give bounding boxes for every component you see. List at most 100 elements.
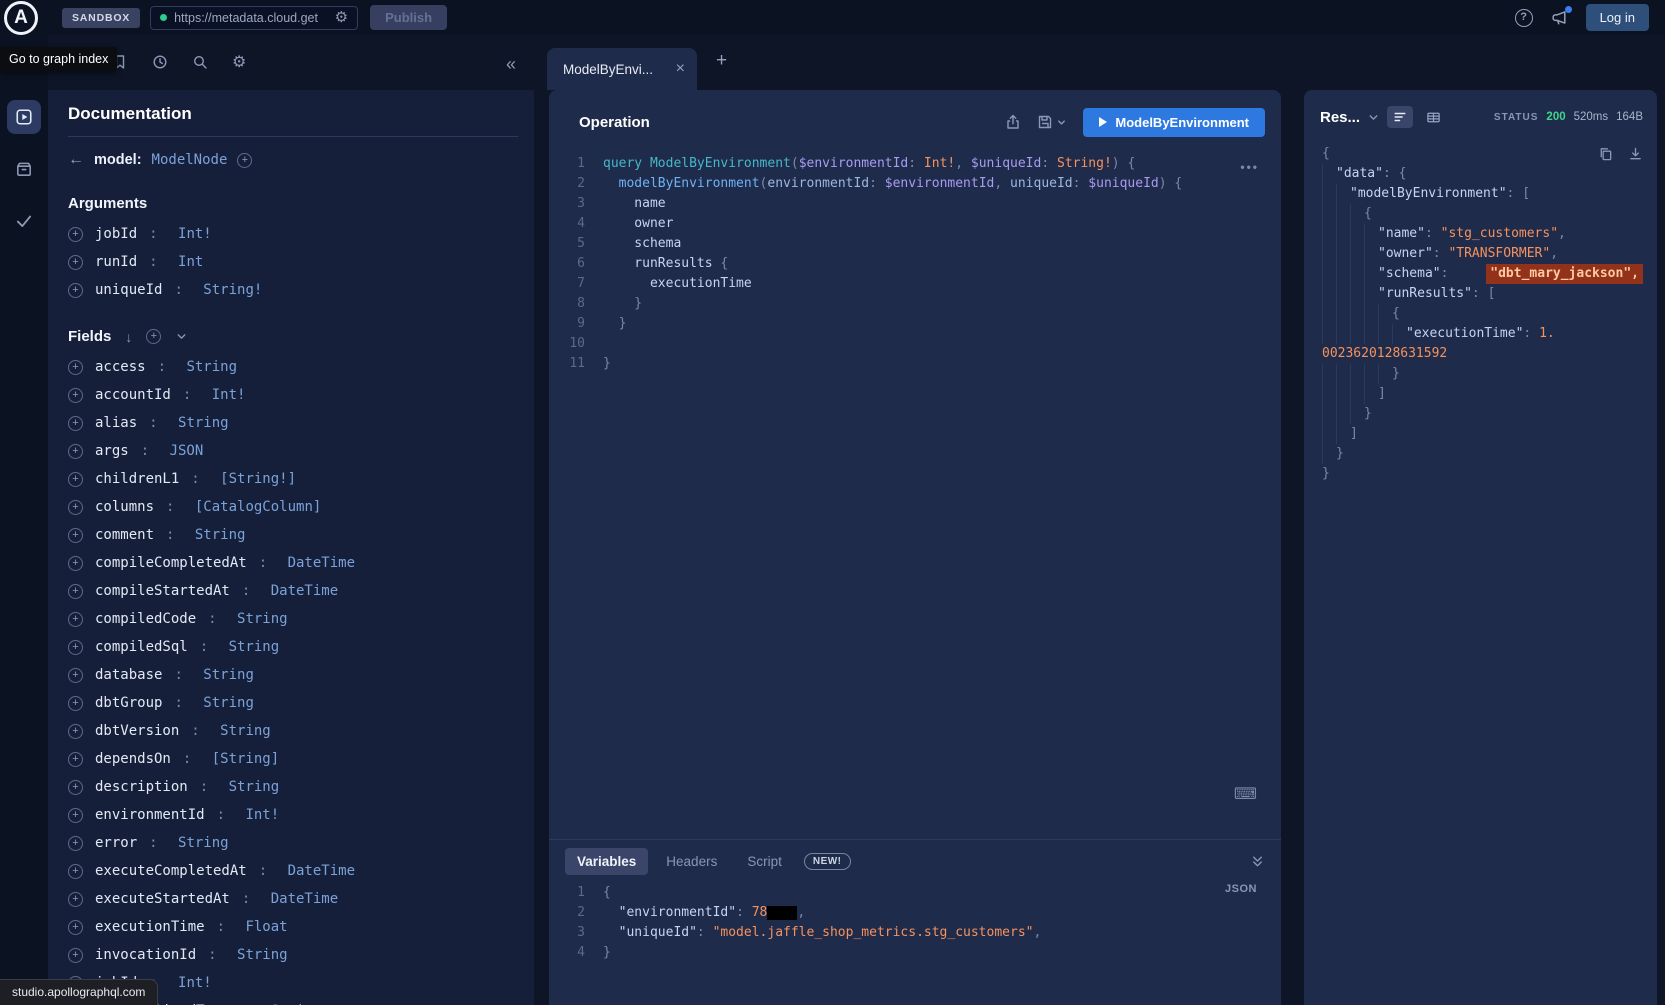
field-row[interactable]: +accountId: Int! <box>68 381 518 409</box>
field-type-link[interactable]: Int! <box>178 226 212 242</box>
field-row[interactable]: +alias: String <box>68 409 518 437</box>
rail-checklist-item[interactable] <box>7 204 41 238</box>
code-line[interactable]: 3 "uniqueId": "model.jaffle_shop_metrics… <box>549 923 1281 943</box>
run-operation-button[interactable]: ModelByEnvironment <box>1083 108 1265 137</box>
add-field-icon[interactable]: + <box>68 255 83 270</box>
endpoint-url[interactable]: https://metadata.cloud.get <box>174 11 328 25</box>
field-type-link[interactable]: JSON <box>170 443 204 459</box>
field-row[interactable]: +dependsOn: [String] <box>68 745 518 773</box>
field-row[interactable]: +error: String <box>68 829 518 857</box>
add-field-icon[interactable]: + <box>68 556 83 571</box>
endpoint-input[interactable]: https://metadata.cloud.get ⚙ <box>150 6 358 30</box>
field-type-link[interactable]: String <box>220 723 271 739</box>
code-line[interactable]: 2 modelByEnvironment(environmentId: $env… <box>549 174 1281 194</box>
add-type-icon[interactable]: + <box>237 153 252 168</box>
code-line[interactable]: 8 } <box>549 294 1281 314</box>
field-row[interactable]: +executeCompletedAt: DateTime <box>68 857 518 885</box>
field-type-link[interactable]: String <box>186 359 237 375</box>
settings-gear-icon[interactable]: ⚙ <box>232 52 246 72</box>
response-dropdown-icon[interactable] <box>1367 111 1380 124</box>
endpoint-settings-icon[interactable]: ⚙ <box>335 10 348 25</box>
field-row[interactable]: +childrenL1: [String!] <box>68 465 518 493</box>
code-line[interactable]: 7 executionTime <box>549 274 1281 294</box>
field-type-link[interactable]: String <box>229 639 280 655</box>
field-type-link[interactable]: DateTime <box>271 583 338 599</box>
field-row[interactable]: +compileCompletedAt: DateTime <box>68 549 518 577</box>
field-row[interactable]: +comment: String <box>68 521 518 549</box>
field-type-link[interactable]: String <box>229 779 280 795</box>
field-type-link[interactable]: String! <box>203 282 262 298</box>
field-type-link[interactable]: [String] <box>212 751 279 767</box>
field-row[interactable]: +description: String <box>68 773 518 801</box>
code-line[interactable]: 9 } <box>549 314 1281 334</box>
type-name-link[interactable]: ModelNode <box>152 152 228 168</box>
field-type-link[interactable]: String <box>237 947 288 963</box>
table-view-icon[interactable] <box>1420 106 1446 128</box>
field-row[interactable]: +executeStartedAt: DateTime <box>68 885 518 913</box>
field-type-link[interactable]: DateTime <box>271 891 338 907</box>
field-type-link[interactable]: [String!] <box>220 471 296 487</box>
collapse-variables-icon[interactable] <box>1250 854 1265 869</box>
operation-editor[interactable]: 1query ModelByEnvironment($environmentId… <box>549 154 1281 839</box>
code-line[interactable]: 2 "environmentId": 78, <box>549 903 1281 923</box>
field-type-link[interactable]: Float <box>245 919 287 935</box>
field-type-link[interactable]: String <box>195 527 246 543</box>
add-field-icon[interactable]: + <box>68 836 83 851</box>
close-tab-icon[interactable]: × <box>676 61 685 77</box>
code-line[interactable]: 1{ <box>549 883 1281 903</box>
add-field-icon[interactable]: + <box>68 724 83 739</box>
code-line[interactable]: 5 schema <box>549 234 1281 254</box>
login-button[interactable]: Log in <box>1586 4 1649 31</box>
field-row[interactable]: +columns: [CatalogColumn] <box>68 493 518 521</box>
code-line[interactable]: 11} <box>549 354 1281 374</box>
apollo-logo[interactable]: A <box>4 1 38 35</box>
field-type-link[interactable]: Int! <box>245 807 279 823</box>
add-field-icon[interactable]: + <box>68 920 83 935</box>
add-field-icon[interactable]: + <box>68 388 83 403</box>
add-field-icon[interactable]: + <box>68 500 83 515</box>
field-row[interactable]: +uniqueId: String! <box>68 276 518 304</box>
add-field-icon[interactable]: + <box>68 752 83 767</box>
code-line[interactable]: 10 <box>549 334 1281 354</box>
share-icon[interactable] <box>1005 114 1021 130</box>
code-line[interactable]: 4} <box>549 943 1281 963</box>
field-type-link[interactable]: Int <box>178 254 203 270</box>
add-field-icon[interactable]: + <box>68 864 83 879</box>
save-icon[interactable] <box>1037 114 1067 130</box>
code-line[interactable]: 6 runResults { <box>549 254 1281 274</box>
field-type-link[interactable]: String <box>178 835 229 851</box>
collapse-panel-icon[interactable]: « <box>506 55 516 73</box>
download-icon[interactable] <box>1628 146 1643 161</box>
operation-tab[interactable]: ModelByEnvi... × <box>547 48 697 90</box>
chevron-down-icon[interactable] <box>175 330 188 343</box>
add-field-icon[interactable]: + <box>68 948 83 963</box>
field-type-link[interactable]: Int! <box>212 387 246 403</box>
field-type-link[interactable]: Int! <box>178 975 212 991</box>
field-type-link[interactable]: [CatalogColumn] <box>195 499 321 515</box>
code-line[interactable]: 3 name <box>549 194 1281 214</box>
field-type-link[interactable]: String <box>203 695 254 711</box>
field-row[interactable]: +executionTime: Float <box>68 913 518 941</box>
history-icon[interactable] <box>152 54 168 70</box>
rail-operations-item[interactable] <box>7 100 41 134</box>
field-row[interactable]: +access: String <box>68 353 518 381</box>
field-row[interactable]: +dbtGroup: String <box>68 689 518 717</box>
tree-view-icon[interactable] <box>1387 106 1413 128</box>
field-type-link[interactable]: DateTime <box>288 863 355 879</box>
sort-icon[interactable]: ↓ <box>125 329 132 345</box>
publish-button[interactable]: Publish <box>370 5 447 30</box>
field-row[interactable]: +compileStartedAt: DateTime <box>68 577 518 605</box>
field-row[interactable]: +compiledCode: String <box>68 605 518 633</box>
field-type-link[interactable]: String <box>178 415 229 431</box>
tab-script[interactable]: Script <box>735 848 794 875</box>
variables-editor[interactable]: 1{2 "environmentId": 78,3 "uniqueId": "m… <box>549 883 1281 963</box>
field-row[interactable]: +jobId: Int! <box>68 220 518 248</box>
announcements-icon[interactable] <box>1551 9 1568 26</box>
add-field-icon[interactable]: + <box>68 696 83 711</box>
tab-headers[interactable]: Headers <box>654 848 729 875</box>
copy-icon[interactable] <box>1598 146 1613 161</box>
add-field-icon[interactable]: + <box>68 640 83 655</box>
add-field-icon[interactable]: + <box>68 416 83 431</box>
field-type-link[interactable]: DateTime <box>288 555 355 571</box>
add-field-icon[interactable]: + <box>68 612 83 627</box>
